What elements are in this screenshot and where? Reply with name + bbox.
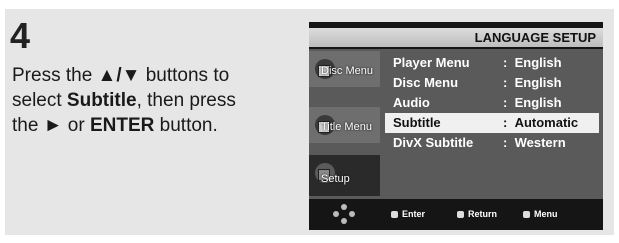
menu-item-subtitle[interactable]: Subtitle : Automatic: [385, 113, 599, 133]
menu-item-separator: :: [503, 75, 508, 90]
osd-title: LANGUAGE SETUP: [309, 28, 603, 47]
right-arrow-icon: ►: [43, 115, 63, 136]
instruction-line-3: the ► or ENTER button.: [12, 113, 277, 138]
instruction-text: buttons to: [140, 65, 230, 86]
side-tab-setup[interactable]: Setup: [309, 155, 380, 196]
menu-item-separator: :: [503, 115, 508, 130]
menu-key-icon: [523, 211, 530, 218]
instruction-line-2: select Subtitle, then press: [12, 88, 277, 113]
instruction-text: , then press: [136, 90, 236, 111]
menu-item-label: Player Menu: [393, 55, 470, 70]
menu-item-value: Automatic: [514, 115, 579, 130]
menu-item-player-menu[interactable]: Player Menu : English: [385, 53, 599, 73]
menu-item-value: Western: [514, 135, 566, 150]
instruction-text: the: [12, 115, 44, 136]
up-down-arrows-icon: ▲/▼: [97, 65, 141, 86]
menu-item-disc-menu[interactable]: Disc Menu : English: [385, 73, 599, 93]
osd-footer: Enter Return Menu: [309, 202, 603, 226]
osd-screen: LANGUAGE SETUP Disc Menu Title Menu Setu…: [309, 22, 603, 230]
instruction-text: select: [12, 90, 67, 111]
footer-enter-label: Enter: [402, 209, 426, 219]
side-tab-label: Disc Menu: [321, 65, 373, 77]
enter-keyword: ENTER: [89, 115, 155, 136]
footer-menu-label: Menu: [534, 209, 558, 219]
instruction-text: button.: [154, 115, 218, 136]
menu-item-separator: :: [503, 95, 508, 110]
language-menu-list: Player Menu : English Disc Menu : Englis…: [385, 53, 599, 153]
menu-item-separator: :: [503, 55, 508, 70]
menu-item-label: Subtitle: [393, 115, 441, 130]
side-tab-label: Title Menu: [321, 121, 372, 133]
return-key-icon: [457, 211, 464, 218]
footer-menu: Menu: [523, 209, 558, 219]
menu-item-value: English: [514, 55, 562, 70]
side-tab-label: Setup: [321, 173, 350, 185]
footer-return-label: Return: [468, 209, 497, 219]
navigation-keys-icon: [333, 204, 355, 224]
menu-item-value: English: [514, 95, 562, 110]
menu-item-audio[interactable]: Audio : English: [385, 93, 599, 113]
footer-enter: Enter: [391, 209, 425, 219]
menu-item-divx-subtitle[interactable]: DivX Subtitle : Western: [385, 133, 599, 153]
menu-item-label: DivX Subtitle: [393, 135, 474, 150]
side-tab-disc-menu[interactable]: Disc Menu: [309, 51, 380, 87]
subtitle-keyword: Subtitle: [66, 90, 137, 111]
menu-item-separator: :: [503, 135, 508, 150]
enter-key-icon: [391, 211, 398, 218]
footer-return: Return: [457, 209, 497, 219]
osd-body: Disc Menu Title Menu Setup Player Menu :…: [309, 49, 603, 199]
instruction-text: or: [62, 115, 90, 136]
menu-item-label: Disc Menu: [393, 75, 459, 90]
instruction-line-1: Press the ▲/▼ buttons to: [12, 63, 277, 88]
step-number: 4: [10, 15, 31, 56]
instruction-text: Press the: [12, 65, 98, 86]
menu-item-value: English: [514, 75, 562, 90]
menu-item-label: Audio: [393, 95, 430, 110]
side-tab-title-menu[interactable]: Title Menu: [309, 107, 380, 143]
step-instructions: Press the ▲/▼ buttons to select Subtitle…: [12, 63, 277, 138]
